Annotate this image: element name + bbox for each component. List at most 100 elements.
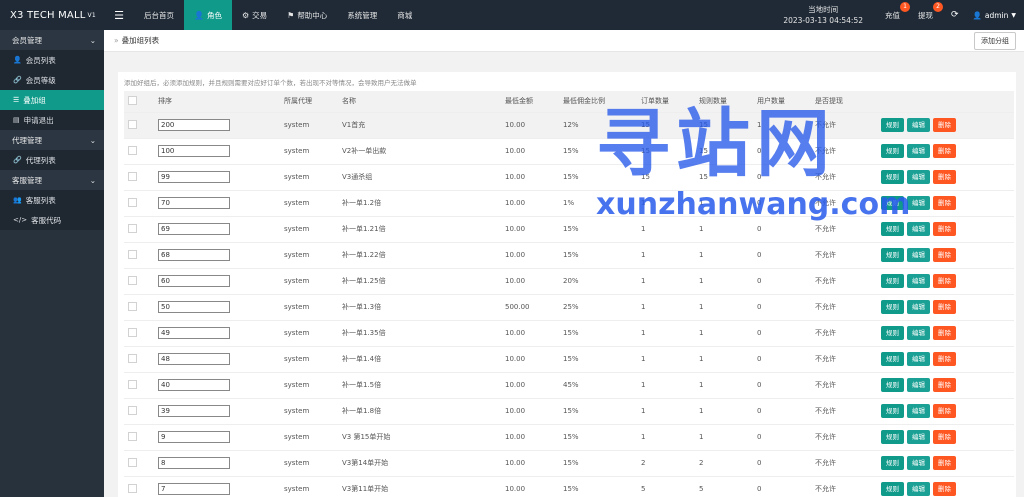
nav-item-2[interactable]: ⚙ 交易 xyxy=(232,0,277,30)
sort-input[interactable] xyxy=(158,457,230,469)
table-row[interactable]: system补一单1.4倍10.0015%110不允许规则编辑删除 xyxy=(124,345,1014,372)
row-checkbox[interactable] xyxy=(128,483,137,493)
sidebar-item[interactable]: </> 客服代码 xyxy=(0,210,104,230)
sort-input[interactable] xyxy=(158,483,230,496)
delete-button[interactable]: 删除 xyxy=(933,326,956,340)
row-checkbox[interactable] xyxy=(128,145,137,155)
edit-button[interactable]: 编辑 xyxy=(907,118,930,132)
delete-button[interactable]: 删除 xyxy=(933,248,956,262)
sidebar-group[interactable]: 客服管理 ⌄ xyxy=(0,170,104,190)
rule-button[interactable]: 规则 xyxy=(881,378,904,392)
sort-input[interactable] xyxy=(158,327,230,339)
edit-button[interactable]: 编辑 xyxy=(907,248,930,262)
edit-button[interactable]: 编辑 xyxy=(907,144,930,158)
sidebar-item[interactable]: 👤 会员列表 xyxy=(0,50,104,70)
table-row[interactable]: systemV3第14单开始10.0015%220不允许规则编辑删除 xyxy=(124,449,1014,476)
edit-button[interactable]: 编辑 xyxy=(907,352,930,366)
recharge-link[interactable]: 充值 1 xyxy=(885,1,910,21)
sort-input[interactable] xyxy=(158,171,230,183)
rule-button[interactable]: 规则 xyxy=(881,300,904,314)
rule-button[interactable]: 规则 xyxy=(881,456,904,470)
rule-button[interactable]: 规则 xyxy=(881,404,904,418)
nav-item-1[interactable]: 👤 角色 xyxy=(184,0,232,30)
rule-button[interactable]: 规则 xyxy=(881,352,904,366)
nav-item-3[interactable]: ⚑ 帮助中心 xyxy=(277,0,337,30)
delete-button[interactable]: 删除 xyxy=(933,300,956,314)
table-row[interactable]: systemV3通杀组10.0015%15150不允许规则编辑删除 xyxy=(124,163,1014,190)
sidebar-group[interactable]: 会员管理 ⌄ xyxy=(0,30,104,50)
rule-button[interactable]: 规则 xyxy=(881,118,904,132)
row-checkbox[interactable] xyxy=(128,431,137,441)
row-checkbox[interactable] xyxy=(128,197,137,207)
delete-button[interactable]: 删除 xyxy=(933,352,956,366)
nav-item-5[interactable]: 商城 xyxy=(387,0,422,30)
menu-toggle-icon[interactable]: ☰ xyxy=(104,0,134,30)
sort-input[interactable] xyxy=(158,145,230,157)
delete-button[interactable]: 删除 xyxy=(933,456,956,470)
row-checkbox[interactable] xyxy=(128,119,137,129)
rule-button[interactable]: 规则 xyxy=(881,482,904,497)
sidebar-item[interactable]: 👥 客服列表 xyxy=(0,190,104,210)
refresh-icon[interactable]: ⟳ xyxy=(951,10,959,20)
table-row[interactable]: system补一单1.2倍10.001%110不允许规则编辑删除 xyxy=(124,189,1014,216)
table-row[interactable]: system补一单1.35倍10.0015%110不允许规则编辑删除 xyxy=(124,319,1014,346)
edit-button[interactable]: 编辑 xyxy=(907,300,930,314)
sort-input[interactable] xyxy=(158,197,230,209)
row-checkbox[interactable] xyxy=(128,327,137,337)
table-row[interactable]: systemV3第11单开始10.0015%550不允许规则编辑删除 xyxy=(124,475,1014,497)
delete-button[interactable]: 删除 xyxy=(933,170,956,184)
withdraw-link[interactable]: 提现 2 xyxy=(918,1,943,21)
table-row[interactable]: system补一单1.21倍10.0015%110不允许规则编辑删除 xyxy=(124,215,1014,242)
table-row[interactable]: system补一单1.3倍500.0025%110不允许规则编辑删除 xyxy=(124,293,1014,320)
sort-input[interactable] xyxy=(158,223,230,235)
sidebar-item[interactable]: ☰ 叠加组 xyxy=(0,90,104,110)
sidebar-group[interactable]: 代理管理 ⌄ xyxy=(0,130,104,150)
sidebar-item[interactable]: 🔗 代理列表 xyxy=(0,150,104,170)
sort-input[interactable] xyxy=(158,275,230,287)
edit-button[interactable]: 编辑 xyxy=(907,196,930,210)
delete-button[interactable]: 删除 xyxy=(933,222,956,236)
sort-input[interactable] xyxy=(158,249,230,261)
row-checkbox[interactable] xyxy=(128,379,137,389)
delete-button[interactable]: 删除 xyxy=(933,482,956,497)
edit-button[interactable]: 编辑 xyxy=(907,378,930,392)
edit-button[interactable]: 编辑 xyxy=(907,274,930,288)
table-row[interactable]: systemV2补一单出款10.0015%15150不允许规则编辑删除 xyxy=(124,137,1014,164)
row-checkbox[interactable] xyxy=(128,301,137,311)
delete-button[interactable]: 删除 xyxy=(933,118,956,132)
table-row[interactable]: system补一单1.25倍10.0020%110不允许规则编辑删除 xyxy=(124,267,1014,294)
rule-button[interactable]: 规则 xyxy=(881,326,904,340)
user-menu[interactable]: 👤 admin ▼ xyxy=(973,11,1016,20)
rule-button[interactable]: 规则 xyxy=(881,274,904,288)
row-checkbox[interactable] xyxy=(128,275,137,285)
row-checkbox[interactable] xyxy=(128,457,137,467)
add-group-button[interactable]: 添加分组 xyxy=(974,31,1016,50)
sort-input[interactable] xyxy=(158,431,230,443)
table-row[interactable]: system补一单1.5倍10.0045%110不允许规则编辑删除 xyxy=(124,371,1014,398)
rule-button[interactable]: 规则 xyxy=(881,430,904,444)
rule-button[interactable]: 规则 xyxy=(881,222,904,236)
table-row[interactable]: system补一单1.8倍10.0015%110不允许规则编辑删除 xyxy=(124,397,1014,424)
delete-button[interactable]: 删除 xyxy=(933,404,956,418)
app-logo[interactable]: X3 TECH MALL V1 xyxy=(0,0,104,30)
edit-button[interactable]: 编辑 xyxy=(907,222,930,236)
edit-button[interactable]: 编辑 xyxy=(907,482,930,497)
rule-button[interactable]: 规则 xyxy=(881,170,904,184)
row-checkbox[interactable] xyxy=(128,405,137,415)
sort-input[interactable] xyxy=(158,379,230,391)
sidebar-item[interactable]: ▤ 申请退出 xyxy=(0,110,104,130)
edit-button[interactable]: 编辑 xyxy=(907,170,930,184)
delete-button[interactable]: 删除 xyxy=(933,378,956,392)
rule-button[interactable]: 规则 xyxy=(881,196,904,210)
sort-input[interactable] xyxy=(158,119,230,131)
edit-button[interactable]: 编辑 xyxy=(907,430,930,444)
sidebar-item[interactable]: 🔗 会员等级 xyxy=(0,70,104,90)
nav-item-4[interactable]: 系统管理 xyxy=(337,0,387,30)
sort-input[interactable] xyxy=(158,301,230,313)
edit-button[interactable]: 编辑 xyxy=(907,326,930,340)
delete-button[interactable]: 删除 xyxy=(933,196,956,210)
sort-input[interactable] xyxy=(158,405,230,417)
delete-button[interactable]: 删除 xyxy=(933,430,956,444)
row-checkbox[interactable] xyxy=(128,171,137,181)
rule-button[interactable]: 规则 xyxy=(881,144,904,158)
